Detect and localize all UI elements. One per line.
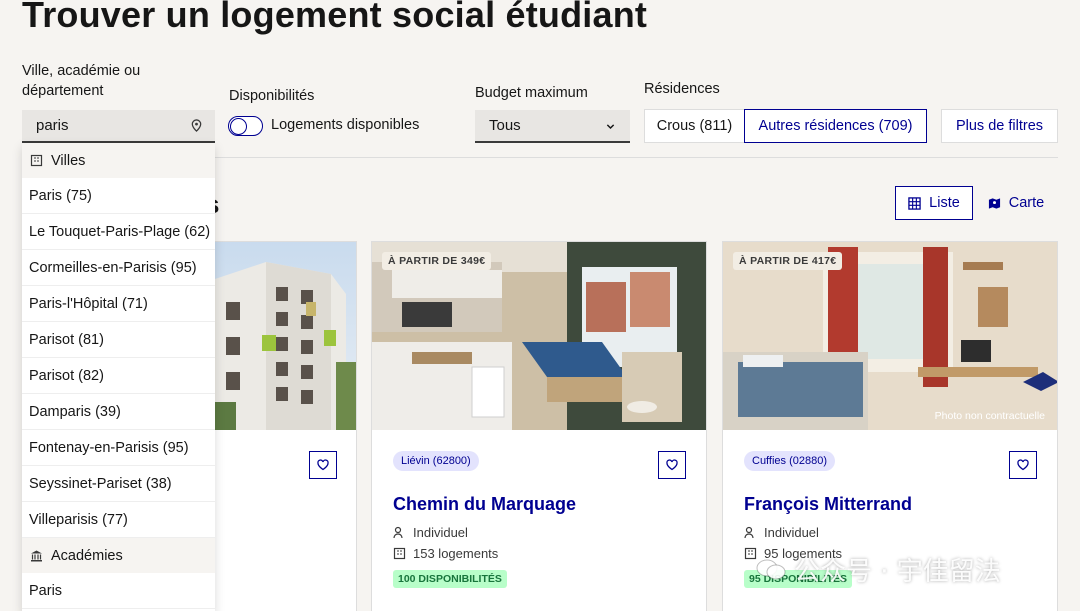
budget-select[interactable]: Tous [475, 110, 630, 143]
location-autocomplete-dropdown: Villes Paris (75) Le Touquet-Paris-Plage… [22, 143, 215, 611]
crous-filter-button[interactable]: Crous (811) [644, 109, 745, 143]
dropdown-option[interactable]: Paris [22, 573, 215, 609]
user-icon [744, 526, 754, 539]
wechat-icon [756, 559, 786, 579]
availability-toggle[interactable] [228, 116, 263, 136]
dropdown-group-villes: Villes [22, 143, 215, 178]
institution-icon [31, 550, 42, 562]
residence-card[interactable] [205, 241, 357, 611]
units-count: 153 logements [393, 546, 498, 561]
grid-icon [908, 196, 921, 210]
building-icon [30, 154, 43, 167]
availability-toggle-label[interactable]: Logements disponibles [271, 117, 419, 133]
dropdown-option[interactable]: Paris-l'Hôpital (71) [22, 286, 215, 322]
dropdown-option[interactable]: Seyssinet-Pariset (38) [22, 466, 215, 502]
chevron-down-icon [606, 124, 615, 130]
user-icon [393, 526, 403, 539]
city-badge: Cuffies (02880) [744, 451, 836, 471]
dropdown-group-label: Académies [51, 547, 123, 564]
housing-type-label: Individuel [764, 525, 819, 540]
watermark-text: 公众号 · 宇佳留法 [794, 557, 1001, 587]
autres-residences-button[interactable]: Autres résidences (709) [744, 109, 927, 143]
heart-icon [317, 459, 329, 471]
photo-disclaimer: Photo non contractuelle [934, 410, 1045, 422]
dropdown-option[interactable]: Le Touquet-Paris-Plage (62) [22, 214, 215, 250]
availability-label: Disponibilités [229, 88, 315, 104]
favorite-button[interactable] [658, 451, 686, 479]
city-badge: Liévin (62800) [393, 451, 479, 471]
price-badge: À PARTIR DE 417€ [733, 252, 843, 270]
dropdown-group-label: Villes [51, 152, 86, 169]
map-view-button[interactable]: Carte [974, 186, 1058, 220]
location-search-input[interactable]: paris [22, 110, 215, 143]
availability-badge: 100 DISPONIBILITÉS [393, 570, 507, 588]
dropdown-option[interactable]: Paris (75) [22, 178, 215, 214]
heart-icon [666, 459, 678, 471]
residences-label: Résidences [644, 81, 720, 97]
residence-title[interactable]: Chemin du Marquage [393, 494, 576, 515]
price-badge: À PARTIR DE 349€ [382, 252, 492, 270]
building-icon [393, 547, 406, 560]
residence-photo: À PARTIR DE 417€ Photo non contractuelle [723, 242, 1057, 430]
list-view-button[interactable]: Liste [895, 186, 973, 220]
residence-photo [206, 242, 356, 430]
dropdown-group-academies: Académies [22, 538, 215, 573]
dropdown-option[interactable]: Parisot (82) [22, 358, 215, 394]
residence-title[interactable]: François Mitterrand [744, 494, 912, 515]
dropdown-option[interactable]: Villeparisis (77) [22, 502, 215, 538]
map-icon [988, 197, 1000, 209]
list-view-label: Liste [929, 195, 960, 211]
page-title: Trouver un logement social étudiant [22, 0, 648, 35]
divider [215, 157, 1058, 158]
dropdown-option[interactable]: Cormeilles-en-Parisis (95) [22, 250, 215, 286]
residence-photo: À PARTIR DE 349€ [372, 242, 706, 430]
units-count-label: 153 logements [413, 546, 499, 561]
location-label: Ville, académie ou département [22, 63, 141, 99]
heart-icon [1017, 459, 1029, 471]
housing-type-label: Individuel [413, 525, 468, 540]
more-filters-button[interactable]: Plus de filtres [941, 109, 1058, 143]
favorite-button[interactable] [1009, 451, 1037, 479]
housing-type: Individuel [744, 525, 819, 540]
map-view-label: Carte [1008, 195, 1045, 211]
housing-type: Individuel [393, 525, 468, 540]
map-pin-icon [191, 119, 202, 132]
dropdown-option[interactable]: Fontenay-en-Parisis (95) [22, 430, 215, 466]
budget-select-value: Tous [489, 117, 521, 134]
watermark: 公众号 · 宇佳留法 [756, 551, 1001, 588]
dropdown-option[interactable]: Parisot (81) [22, 322, 215, 358]
location-search-value: paris [36, 117, 69, 134]
budget-label: Budget maximum [475, 85, 588, 101]
favorite-button[interactable] [309, 451, 337, 479]
residence-card[interactable]: À PARTIR DE 349€ Liévin (62800) Chemin d… [371, 241, 707, 611]
dropdown-option[interactable]: Damparis (39) [22, 394, 215, 430]
